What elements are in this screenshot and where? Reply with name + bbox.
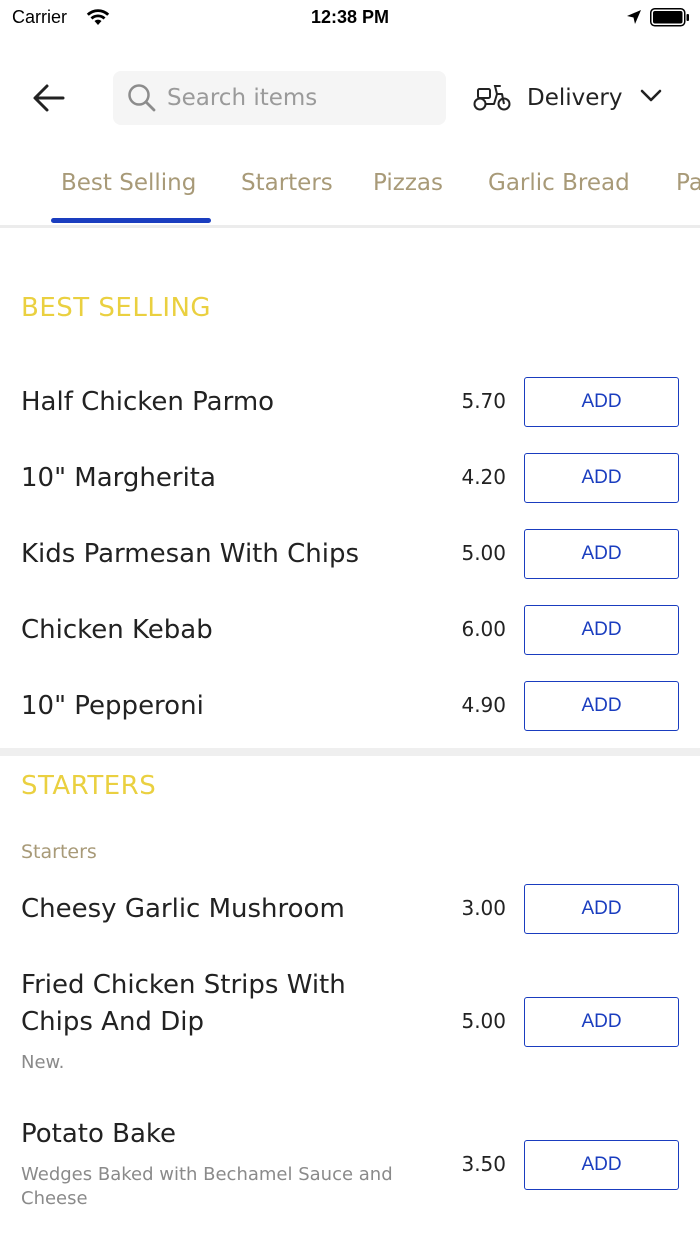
section-divider bbox=[0, 748, 700, 756]
item-name: 10" Pepperoni bbox=[21, 691, 204, 721]
item-price: 4.20 bbox=[461, 465, 506, 489]
add-button[interactable]: ADD bbox=[524, 377, 679, 427]
section-title-best-selling: BEST SELLING bbox=[21, 293, 212, 323]
add-button[interactable]: ADD bbox=[524, 1140, 679, 1190]
item-price: 3.50 bbox=[461, 1152, 506, 1176]
back-button[interactable] bbox=[28, 78, 68, 118]
add-button[interactable]: ADD bbox=[524, 605, 679, 655]
search-input[interactable] bbox=[167, 71, 427, 125]
item-price: 3.00 bbox=[461, 896, 506, 920]
item-name-line1: Fried Chicken Strips With bbox=[21, 970, 346, 1000]
location-arrow-icon bbox=[626, 9, 642, 29]
back-arrow-icon bbox=[33, 84, 65, 112]
status-bar: Carrier 12:38 PM bbox=[0, 0, 700, 36]
section-title-starters: STARTERS bbox=[21, 771, 157, 801]
add-button[interactable]: ADD bbox=[524, 681, 679, 731]
clock-time: 12:38 PM bbox=[310, 7, 390, 27]
battery-icon bbox=[650, 8, 690, 27]
item-name-line2: Chips And Dip bbox=[21, 1007, 204, 1037]
tab-partial[interactable]: Pa bbox=[676, 170, 700, 196]
tab-garlic-bread[interactable]: Garlic Bread bbox=[488, 170, 630, 196]
item-name: 10" Margherita bbox=[21, 463, 216, 493]
item-description-line1: Wedges Baked with Bechamel Sauce and bbox=[21, 1164, 393, 1185]
delivery-label: Delivery bbox=[527, 85, 623, 111]
category-tabs: Best Selling Starters Pizzas Garlic Brea… bbox=[0, 160, 700, 228]
item-name: Chicken Kebab bbox=[21, 615, 213, 645]
scooter-icon bbox=[472, 80, 512, 116]
item-description-line2: Cheese bbox=[21, 1188, 88, 1209]
add-button[interactable]: ADD bbox=[524, 529, 679, 579]
header-bar: Delivery bbox=[0, 60, 700, 136]
item-name: Half Chicken Parmo bbox=[21, 387, 275, 417]
item-price: 5.70 bbox=[461, 389, 506, 413]
item-price: 4.90 bbox=[461, 693, 506, 717]
item-name: Cheesy Garlic Mushroom bbox=[21, 894, 345, 924]
search-icon bbox=[127, 83, 157, 117]
tab-pizzas[interactable]: Pizzas bbox=[373, 170, 443, 196]
search-box[interactable] bbox=[113, 71, 446, 125]
item-name: Potato Bake bbox=[21, 1119, 177, 1149]
item-name: Kids Parmesan With Chips bbox=[21, 539, 360, 569]
active-tab-indicator bbox=[51, 218, 211, 223]
item-description: New. bbox=[21, 1052, 65, 1073]
chevron-down-icon bbox=[640, 88, 662, 107]
tab-starters[interactable]: Starters bbox=[241, 170, 333, 196]
subcategory-label: Starters bbox=[21, 841, 97, 863]
delivery-mode-selector[interactable]: Delivery bbox=[472, 78, 672, 118]
add-button[interactable]: ADD bbox=[524, 884, 679, 934]
item-price: 5.00 bbox=[461, 1009, 506, 1033]
item-price: 6.00 bbox=[461, 617, 506, 641]
item-price: 5.00 bbox=[461, 541, 506, 565]
tab-best-selling[interactable]: Best Selling bbox=[61, 170, 196, 196]
add-button[interactable]: ADD bbox=[524, 453, 679, 503]
add-button[interactable]: ADD bbox=[524, 997, 679, 1047]
